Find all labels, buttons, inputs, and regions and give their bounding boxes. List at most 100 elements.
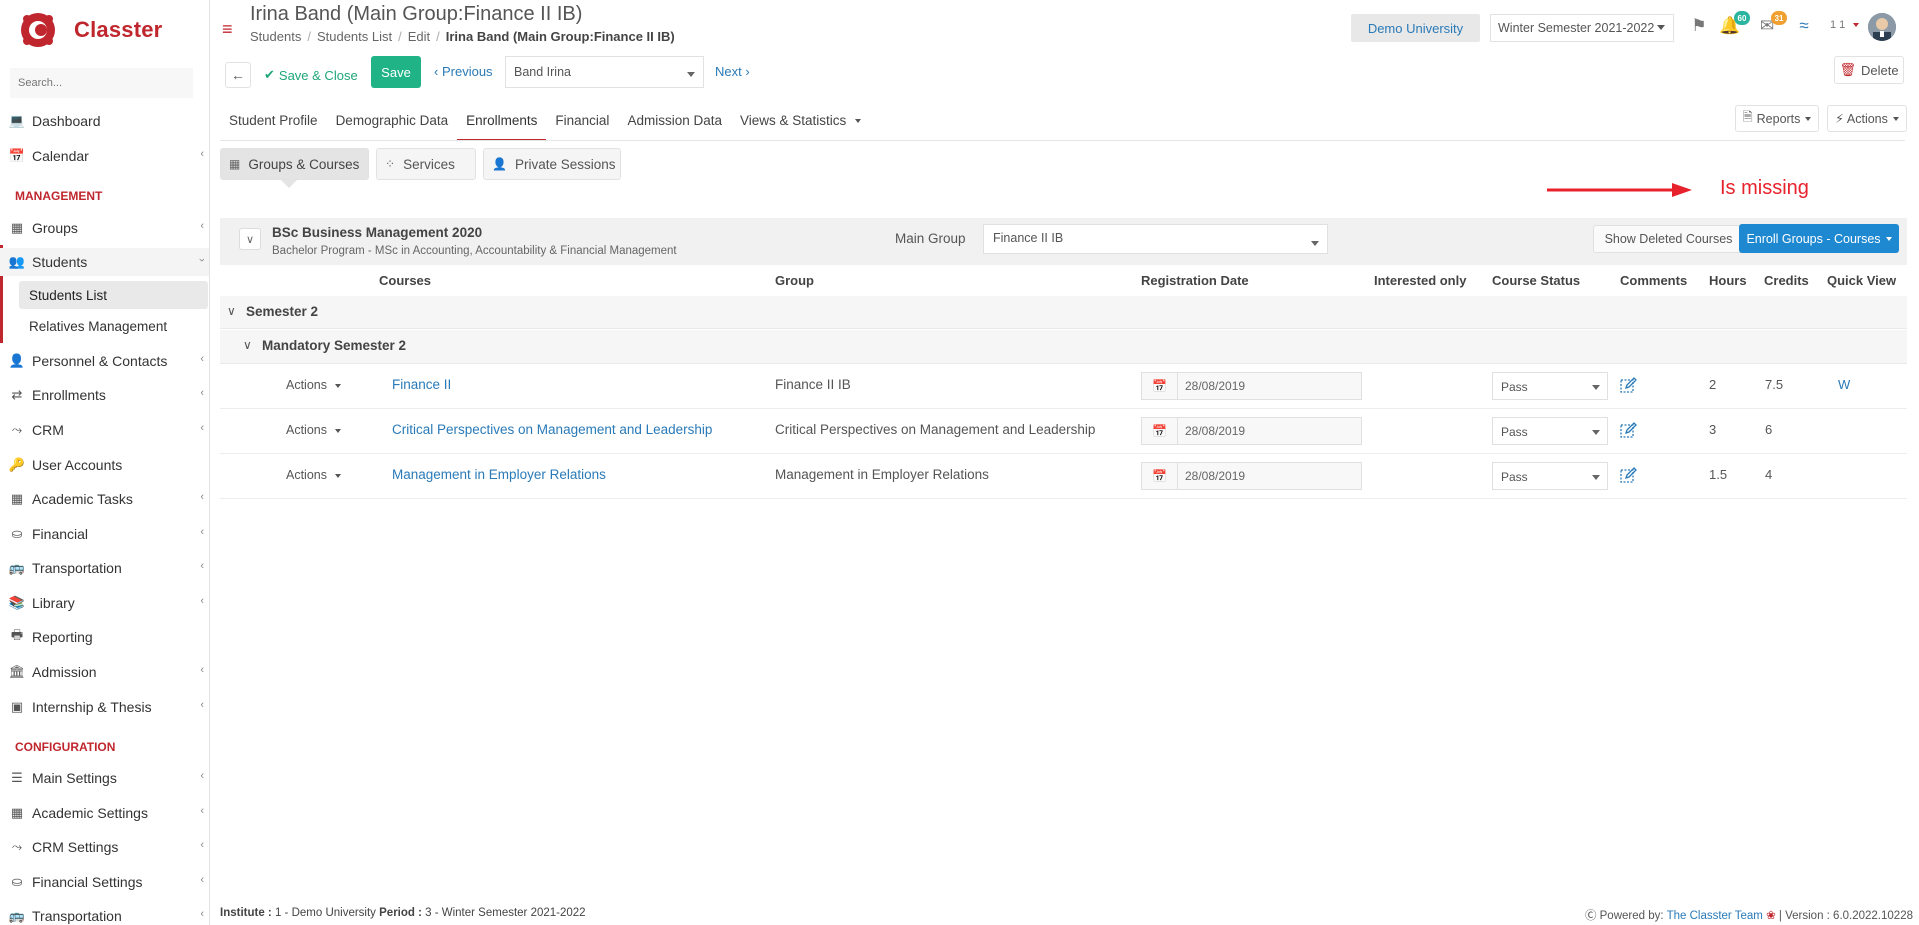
sidebar-item-main-settings[interactable]: ☰ Main Settings ‹ xyxy=(0,764,209,792)
sidebar-item-relatives-management[interactable]: Relatives Management xyxy=(19,312,208,340)
subgroup-row[interactable]: ∨ Mandatory Semester 2 xyxy=(220,330,1907,364)
classter-team-link[interactable]: The Classter Team xyxy=(1667,910,1763,922)
registration-date-value: 28/08/2019 xyxy=(1185,469,1246,483)
calendar-icon[interactable]: 📅 xyxy=(1142,418,1178,444)
subtab-services[interactable]: ⁘ Services xyxy=(376,148,476,180)
hamburger-menu-icon[interactable]: ≡ xyxy=(222,19,233,40)
sidebar-item-calendar[interactable]: 📅 Calendar ‹ xyxy=(0,142,209,170)
row-actions-button[interactable]: Actions xyxy=(286,423,342,437)
row-actions-button[interactable]: Actions xyxy=(286,468,342,482)
row-actions-label: Actions xyxy=(286,423,327,437)
sidebar-item-financial[interactable]: ⛀ Financial ‹ xyxy=(0,520,209,548)
tab-enrollments[interactable]: Enrollments xyxy=(457,109,547,141)
logo[interactable]: Classter xyxy=(18,8,162,52)
user-menu[interactable]: 1 1 xyxy=(1830,19,1860,31)
tab-student-profile[interactable]: Student Profile xyxy=(220,109,327,141)
course-status-select[interactable]: Pass xyxy=(1492,462,1608,490)
bell-icon[interactable]: 🔔 60 xyxy=(1718,11,1750,38)
main-group-select[interactable]: Finance II IB xyxy=(983,224,1328,254)
reports-label: Reports xyxy=(1756,111,1801,126)
sidebar-item-transportation[interactable]: 🚌 Transportation ‹ xyxy=(0,554,209,582)
sidebar-item-crm-settings[interactable]: ⤳ CRM Settings ‹ xyxy=(0,833,209,861)
save-close-button[interactable]: ✔ Save & Close xyxy=(264,63,358,87)
sidebar-item-students[interactable]: 👥 Students ‹ xyxy=(0,248,209,276)
sidebar-item-academic-tasks[interactable]: ▦ Academic Tasks ‹ xyxy=(0,485,209,513)
sidebar-item-groups[interactable]: ▦ Groups ‹ xyxy=(0,214,209,242)
save-close-label: Save & Close xyxy=(278,67,358,83)
course-link[interactable]: Critical Perspectives on Management and … xyxy=(392,422,712,437)
registration-date-value: 28/08/2019 xyxy=(1185,379,1246,393)
previous-link[interactable]: ‹ Previous xyxy=(434,64,493,79)
back-arrow-icon[interactable]: ← xyxy=(225,62,251,88)
collapse-program-button[interactable]: ∨ xyxy=(239,228,261,250)
sidebar-item-financial-settings[interactable]: ⛀ Financial Settings ‹ xyxy=(0,868,209,896)
calendar-icon[interactable]: 📅 xyxy=(1142,373,1178,399)
flag-icon[interactable]: ⚑ xyxy=(1687,16,1711,38)
edit-comment-icon[interactable] xyxy=(1620,467,1637,484)
course-status-select[interactable]: Pass xyxy=(1492,417,1608,445)
registration-date-field[interactable]: 📅 28/08/2019 xyxy=(1141,372,1362,400)
sidebar-item-reporting[interactable]: 🖶 Reporting xyxy=(0,623,209,651)
subtab-groups-courses[interactable]: ▦ Groups & Courses xyxy=(220,148,369,180)
sidebar-item-library[interactable]: 📚 Library ‹ xyxy=(0,589,209,617)
quick-view-link[interactable]: W xyxy=(1838,377,1850,392)
breadcrumb-edit[interactable]: Edit xyxy=(408,29,430,44)
tab-financial[interactable]: Financial xyxy=(546,109,618,141)
semester-select[interactable]: Winter Semester 2021-2022 xyxy=(1490,14,1674,42)
course-link[interactable]: Finance II xyxy=(392,377,451,392)
envelope-icon[interactable]: ✉ 31 xyxy=(1755,11,1787,38)
registration-date-field[interactable]: 📅 28/08/2019 xyxy=(1141,462,1362,490)
row-actions-button[interactable]: Actions xyxy=(286,378,342,392)
sidebar-item-label: Financial Settings xyxy=(32,874,143,890)
sidebar-item-personnel-contacts[interactable]: 👤 Personnel & Contacts ‹ xyxy=(0,347,209,375)
students-icon: 👥 xyxy=(8,254,26,269)
semester-group-row[interactable]: ∨ Semester 2 xyxy=(220,296,1907,329)
show-deleted-courses-button[interactable]: Show Deleted Courses xyxy=(1593,225,1744,253)
sidebar-item-dashboard[interactable]: 💻 Dashboard xyxy=(0,107,209,135)
subtab-private-sessions[interactable]: 👤 Private Sessions xyxy=(483,148,621,180)
chevron-left-icon: ‹ xyxy=(200,699,204,711)
sidebar-item-internship-thesis[interactable]: ▣ Internship & Thesis ‹ xyxy=(0,693,209,721)
breadcrumb-separator: / xyxy=(436,29,440,44)
sidebar-item-academic-settings[interactable]: ▦ Academic Settings ‹ xyxy=(0,799,209,827)
calendar-icon[interactable]: 📅 xyxy=(1142,463,1178,489)
student-select[interactable]: Band Irina xyxy=(505,56,704,88)
sidebar-item-admission[interactable]: 🏛 Admission ‹ xyxy=(0,658,209,686)
save-button[interactable]: Save xyxy=(371,56,421,88)
tab-views-statistics[interactable]: Views & Statistics xyxy=(731,109,870,141)
edit-comment-icon[interactable] xyxy=(1620,422,1637,439)
university-button[interactable]: Demo University xyxy=(1351,14,1480,42)
sidebar-item-label: Personnel & Contacts xyxy=(32,353,168,369)
actions-label: Actions xyxy=(1846,111,1888,126)
actions-button[interactable]: ⚡ Actions xyxy=(1827,105,1907,132)
program-subtitle: Bachelor Program - MSc in Accounting, Ac… xyxy=(272,245,677,257)
edit-comment-icon[interactable] xyxy=(1620,377,1637,394)
sidebar-search-input[interactable] xyxy=(10,68,193,98)
sidebar-item-transportation-settings[interactable]: 🚌 Transportation ‹ xyxy=(0,902,209,925)
breadcrumb-students-list[interactable]: Students List xyxy=(317,29,392,44)
bus-icon: 🚌 xyxy=(8,560,26,575)
course-link[interactable]: Management in Employer Relations xyxy=(392,467,606,482)
enroll-groups-courses-button[interactable]: Enroll Groups - Courses xyxy=(1739,224,1899,253)
avatar[interactable] xyxy=(1868,13,1896,41)
chevron-left-icon: ‹ xyxy=(200,664,204,676)
delete-button[interactable]: 🗑 Delete xyxy=(1834,56,1904,84)
sidebar-item-crm[interactable]: ⤳ CRM ‹ xyxy=(0,416,209,444)
layers-icon[interactable]: ≈ xyxy=(1792,16,1816,38)
breadcrumb-current: Irina Band (Main Group:Finance II IB) xyxy=(445,29,675,44)
course-status-value: Pass xyxy=(1501,380,1528,394)
tab-demographic-data[interactable]: Demographic Data xyxy=(327,109,458,141)
registration-date-field[interactable]: 📅 28/08/2019 xyxy=(1141,417,1362,445)
next-link[interactable]: Next › xyxy=(715,64,750,79)
course-status-value: Pass xyxy=(1501,425,1528,439)
group-cell: Management in Employer Relations xyxy=(775,467,989,482)
sidebar-item-label: CRM xyxy=(32,422,64,438)
reports-button[interactable]: 🗎 Reports xyxy=(1735,105,1819,132)
sidebar-item-students-list[interactable]: Students List xyxy=(19,281,208,309)
sidebar-item-user-accounts[interactable]: 🔑 User Accounts xyxy=(0,451,209,479)
course-status-select[interactable]: Pass xyxy=(1492,372,1608,400)
sidebar-item-enrollments[interactable]: ⇄ Enrollments ‹ xyxy=(0,381,209,409)
breadcrumb-students[interactable]: Students xyxy=(250,29,301,44)
tab-admission-data[interactable]: Admission Data xyxy=(618,109,731,141)
next-label: Next xyxy=(715,64,742,79)
